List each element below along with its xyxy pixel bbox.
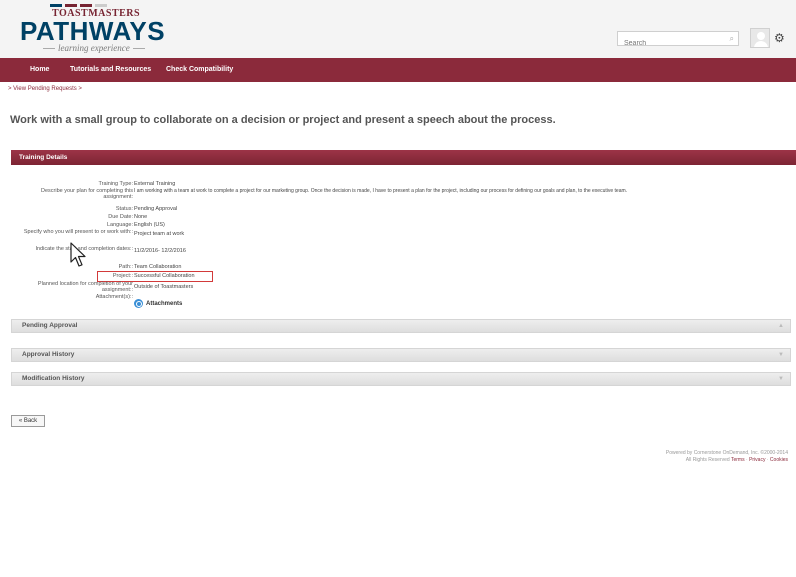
footer-link-cookies[interactable]: Cookies xyxy=(770,457,788,463)
breadcrumb[interactable]: > View Pending Requests > xyxy=(8,86,82,92)
pending-approval-section[interactable]: Pending Approval ▲ xyxy=(11,319,791,333)
approval-history-label: Approval History xyxy=(22,351,75,358)
avatar-head xyxy=(757,32,765,40)
footer-links-row: All Rights Reserved Terms · Privacy · Co… xyxy=(685,457,788,463)
attachments-label: Attachments xyxy=(146,300,183,307)
nav-item-home[interactable]: Home xyxy=(30,58,49,82)
search-icon[interactable]: ⌕ xyxy=(730,34,734,44)
approval-history-section[interactable]: Approval History ▼ xyxy=(11,348,791,362)
search-box: ⌕ xyxy=(617,31,739,50)
field-value-plan: I am working with a team at work to comp… xyxy=(134,188,628,194)
field-value-path: Team Collaboration xyxy=(134,264,182,270)
expand-icon: ▼ xyxy=(778,376,784,382)
field-label-due-date: Due Date: xyxy=(108,214,133,220)
logo-main-text: PATHWAYS xyxy=(20,16,166,46)
footer-link-terms[interactable]: Terms xyxy=(731,457,745,463)
logo-bars xyxy=(50,4,160,7)
field-value-present-to: Project team at work xyxy=(134,231,185,237)
field-label-language: Language: xyxy=(107,222,133,228)
expand-icon: ▲ xyxy=(778,323,784,329)
mouse-pointer-icon xyxy=(70,242,86,267)
field-value-status: Pending Approval xyxy=(134,206,178,212)
logo-sub-text: learning experience xyxy=(40,43,160,54)
expand-icon: ▼ xyxy=(778,352,784,358)
field-value-location: Outside of Toastmasters xyxy=(134,284,194,290)
user-avatar-icon[interactable] xyxy=(750,28,770,48)
field-label-location: Planned location for completion of your … xyxy=(37,281,133,293)
field-value-due-date: None xyxy=(134,214,148,220)
attachment-icon xyxy=(134,299,143,308)
training-details-header[interactable]: Training Details xyxy=(11,150,796,165)
nav-item-check-compatibility[interactable]: Check Compatibility xyxy=(166,58,233,82)
field-label-status: Status: xyxy=(115,206,133,212)
main-nav: Home Tutorials and Resources Check Compa… xyxy=(0,58,796,82)
avatar-torso xyxy=(754,41,768,47)
nav-item-tutorials[interactable]: Tutorials and Resources xyxy=(70,58,151,82)
field-value-dates: 11/2/2016- 12/2/2016 xyxy=(134,248,186,254)
modification-history-section[interactable]: Modification History ▼ xyxy=(11,372,791,386)
footer: Powered by Cornerstone OnDemand, Inc. ©2… xyxy=(666,450,788,464)
page-title: Work with a small group to collaborate o… xyxy=(10,114,556,126)
field-label-present-to: Specify who you will present to or work … xyxy=(23,229,133,235)
gear-icon[interactable]: ⚙ xyxy=(774,31,785,45)
footer-copyright: Powered by Cornerstone OnDemand, Inc. ©2… xyxy=(665,450,788,456)
field-value-training-type: External Training xyxy=(134,181,176,187)
pending-approval-label: Pending Approval xyxy=(22,322,78,329)
back-button[interactable]: « Back xyxy=(11,415,45,427)
toastmasters-pathways-logo[interactable]: TOASTMASTERS PATHWAYS learning experienc… xyxy=(20,4,166,56)
field-label-attachments: Attachment(s):: xyxy=(95,294,133,300)
modification-history-label: Modification History xyxy=(22,375,85,382)
field-label-plan: Describe your plan for completing this a… xyxy=(40,188,133,200)
footer-link-privacy[interactable]: Privacy xyxy=(749,457,765,463)
field-value-language: English (US) xyxy=(134,222,165,228)
field-label-training-type: Training Type: xyxy=(98,181,133,187)
footer-rights: All Rights Reserved xyxy=(685,457,730,463)
attachments-link[interactable]: Attachments xyxy=(134,299,182,308)
search-input[interactable] xyxy=(618,37,718,50)
header: TOASTMASTERS PATHWAYS learning experienc… xyxy=(0,0,796,58)
